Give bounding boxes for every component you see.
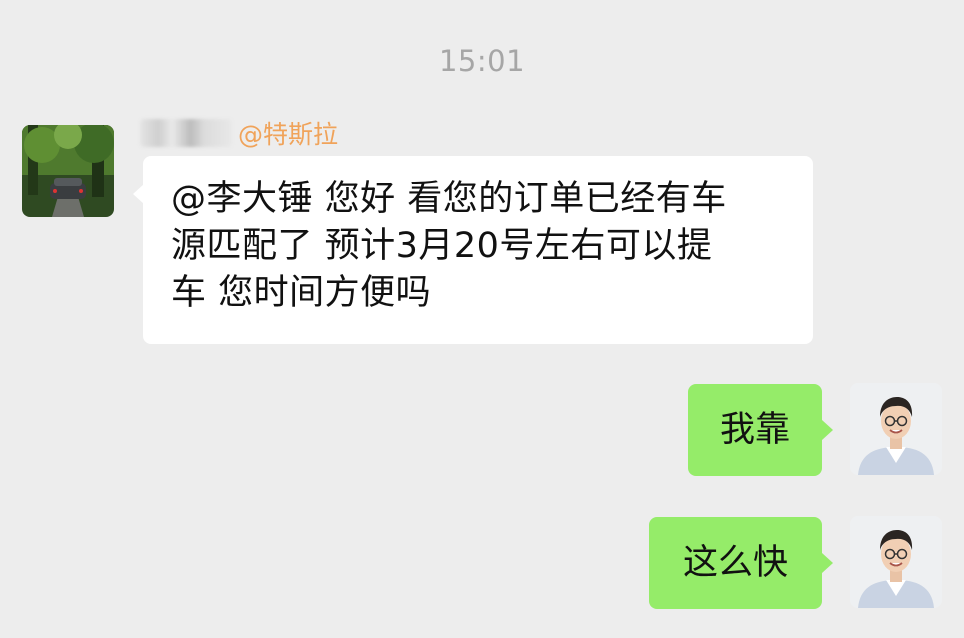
message-text: 我靠 <box>719 409 790 450</box>
my-avatar[interactable] <box>850 516 942 608</box>
message-text: 这么快 <box>682 542 788 583</box>
man-portrait-avatar-icon <box>850 383 942 475</box>
message-line: @李大锤 您好 看您的订单已经有车 <box>171 179 727 219</box>
my-avatar[interactable] <box>850 383 942 475</box>
message-timestamp: 15:01 <box>438 44 526 78</box>
outgoing-message-bubble[interactable]: 这么快 <box>649 517 833 609</box>
sender-name-row: @特斯拉 <box>140 115 338 151</box>
sender-avatar[interactable] <box>22 125 114 217</box>
outgoing-message-bubble[interactable]: 我靠 <box>688 384 833 476</box>
incoming-message-bubble[interactable]: @李大锤 您好 看您的订单已经有车 源匹配了 预计3月20号左右可以提 车 您时… <box>133 156 813 344</box>
car-in-forest-avatar-icon <box>22 125 114 217</box>
message-line: 车 您时间方便吗 <box>171 273 432 313</box>
man-portrait-avatar-icon <box>850 516 942 608</box>
sender-name-redacted <box>140 119 232 147</box>
sender-mention-tag: @特斯拉 <box>238 120 339 149</box>
message-line: 源匹配了 预计3月20号左右可以提 <box>171 226 713 266</box>
